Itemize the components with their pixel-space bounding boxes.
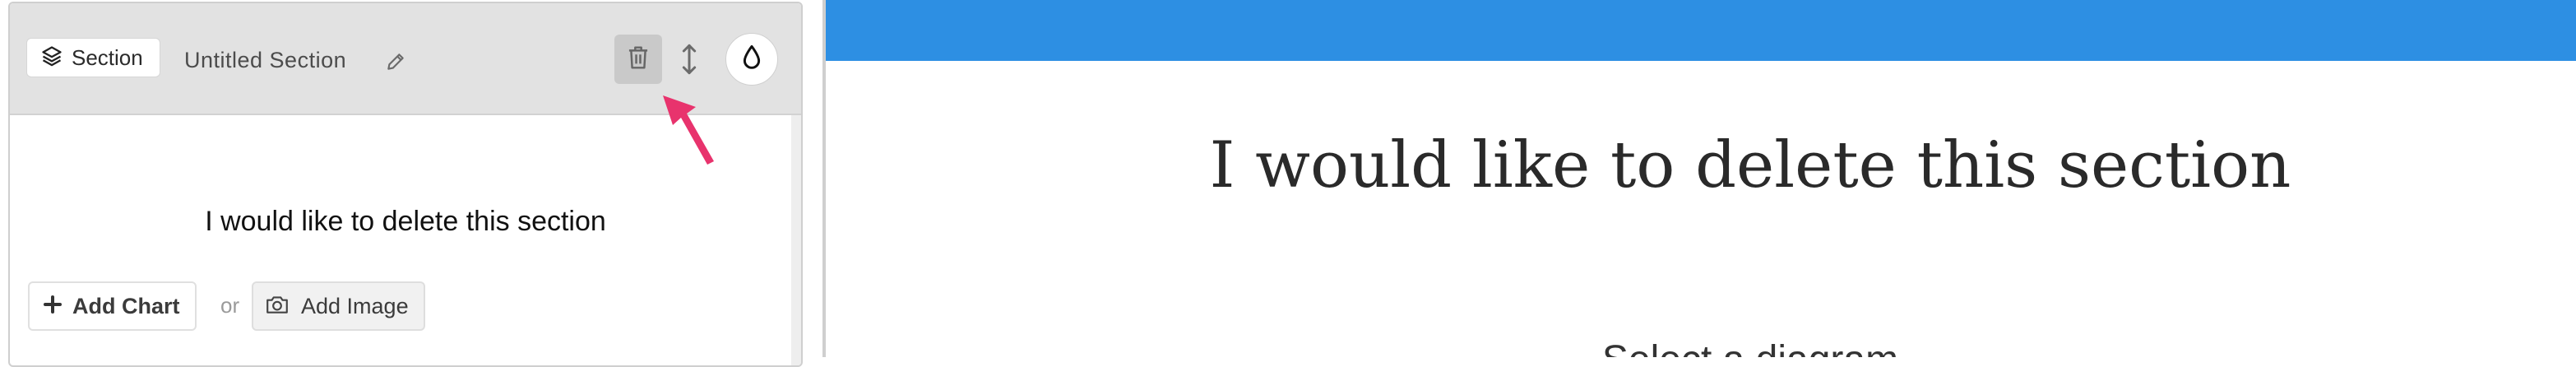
scrollbar-track[interactable] bbox=[791, 115, 801, 365]
delete-section-button[interactable] bbox=[614, 35, 662, 84]
section-badge-label: Section bbox=[72, 44, 143, 70]
annotation-arrow bbox=[660, 92, 717, 170]
preview-heading: I would like to delete this section bbox=[1209, 128, 2291, 202]
plus-icon bbox=[43, 295, 63, 318]
trash-icon bbox=[626, 44, 651, 75]
section-type-badge[interactable]: Section bbox=[26, 38, 160, 77]
section-text[interactable]: I would like to delete this section bbox=[10, 206, 801, 238]
preview-panel: I would like to delete this section Sele… bbox=[826, 0, 2576, 357]
section-card: Section Untitled Section I would like to… bbox=[8, 2, 803, 367]
layers-icon bbox=[40, 44, 63, 72]
add-image-button[interactable]: Add Image bbox=[252, 281, 425, 331]
section-style-button[interactable] bbox=[725, 33, 778, 86]
add-image-label: Add Image bbox=[301, 293, 409, 318]
move-vertical-icon[interactable] bbox=[679, 43, 699, 80]
section-title[interactable]: Untitled Section bbox=[184, 48, 346, 73]
camera-icon bbox=[265, 294, 290, 319]
or-separator: or bbox=[220, 293, 240, 318]
pencil-icon[interactable] bbox=[385, 51, 406, 77]
editor-panel: Section Untitled Section I would like to… bbox=[0, 0, 822, 367]
add-chart-label: Add Chart bbox=[72, 293, 180, 318]
preview-subtext: Select a diagram bbox=[826, 337, 2576, 357]
preview-header-bar bbox=[826, 0, 2576, 61]
add-chart-button[interactable]: Add Chart bbox=[28, 281, 197, 331]
droplet-icon bbox=[741, 44, 762, 75]
